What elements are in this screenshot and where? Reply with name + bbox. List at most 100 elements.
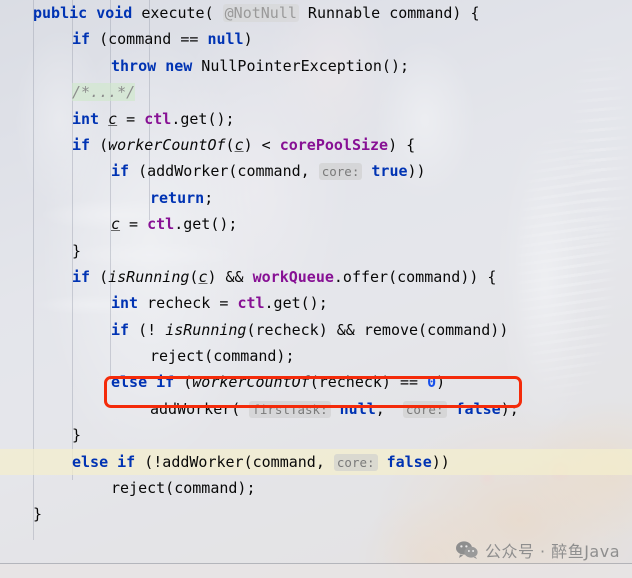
- code-line[interactable]: throw new NullPointerException();: [0, 53, 632, 79]
- code-token-kw: if: [111, 162, 130, 181]
- code-token-par: workerCountOf: [192, 373, 310, 392]
- code-token-hint: core:: [333, 453, 378, 471]
- code-token-kw: if: [72, 30, 91, 49]
- code-token-kw: return: [150, 188, 205, 207]
- code-line[interactable]: int c = ctl.get();: [0, 106, 632, 132]
- code-token-pl: execute(: [132, 4, 223, 22]
- code-token-pl: ): [243, 30, 253, 49]
- code-line-text: reject(command);: [0, 475, 632, 501]
- code-line[interactable]: /*...*/: [0, 79, 632, 105]
- code-token-pl: .get();: [264, 294, 328, 313]
- wechat-icon: [455, 541, 478, 559]
- code-token-kw: if: [156, 373, 175, 392]
- code-token-cmt: /*...*/: [72, 83, 136, 102]
- code-line[interactable]: if (workerCountOf(c) < corePoolSize) {: [0, 132, 632, 158]
- code-token-pl: .get();: [171, 109, 235, 128]
- code-token-pl: }: [72, 241, 82, 260]
- code-token-pl: (: [174, 373, 193, 392]
- code-token-kw: public: [33, 4, 88, 22]
- code-token-pl: =: [117, 109, 145, 128]
- code-line[interactable]: if (! isRunning(recheck) && remove(comma…: [0, 317, 632, 343]
- code-token-pl: }: [33, 505, 43, 524]
- code-token-pl: ,: [375, 399, 403, 418]
- code-token-kw: if: [111, 320, 130, 339]
- watermark-text: 公众号 · 醉鱼Java: [484, 542, 620, 561]
- code-line-text: if (command == null): [0, 26, 632, 52]
- code-line-text: }: [0, 501, 632, 527]
- code-token-pl: =: [120, 215, 148, 234]
- code-line-text: public void execute( @NotNull Runnable c…: [0, 0, 632, 26]
- code-token-kw: else: [72, 452, 109, 471]
- code-line-text: if (! isRunning(recheck) && remove(comma…: [0, 317, 632, 343]
- code-line[interactable]: if (command == null): [0, 26, 632, 52]
- code-line-text: /*...*/: [0, 79, 632, 105]
- bottom-strip: [0, 564, 632, 578]
- code-token-stat: c: [108, 109, 118, 128]
- code-token-stat: c: [111, 215, 121, 234]
- code-line[interactable]: c = ctl.get();: [0, 211, 632, 237]
- code-line[interactable]: }: [0, 501, 632, 527]
- watermark: 公众号 · 醉鱼Java: [455, 537, 620, 563]
- code-line[interactable]: }: [0, 238, 632, 264]
- code-token-pl: (: [225, 135, 235, 154]
- code-token-pl: ) &&: [207, 267, 253, 286]
- code-token-pl: }: [72, 426, 82, 445]
- code-token-pl: (command ==: [90, 30, 208, 49]
- code-token-fld: ctl: [237, 294, 265, 313]
- code-token-par: isRunning: [165, 320, 247, 339]
- code-line-text: int recheck = ctl.get();: [0, 290, 632, 316]
- code-line[interactable]: }: [0, 422, 632, 448]
- code-line-text: reject(command);: [0, 343, 632, 369]
- code-line-text: else if (!addWorker(command, core: false…: [0, 449, 632, 476]
- code-line[interactable]: else if (workerCountOf(recheck) == 0): [0, 369, 632, 395]
- code-token-pl: (!addWorker(command,: [135, 452, 334, 471]
- code-line-text: addWorker( firstTask: null, core: false)…: [0, 396, 632, 423]
- code-token-kw: if: [72, 267, 91, 286]
- code-token-pl: reject(command);: [150, 347, 295, 366]
- code-token-par: isRunning: [108, 267, 190, 286]
- code-editor[interactable]: public void execute( @NotNull Runnable c…: [0, 0, 632, 578]
- code-token-kw: throw: [111, 56, 157, 75]
- code-token-kw: if: [117, 452, 136, 471]
- code-line[interactable]: return;: [0, 185, 632, 211]
- code-token-kw: false: [386, 452, 432, 471]
- code-lines[interactable]: public void execute( @NotNull Runnable c…: [0, 0, 632, 578]
- code-line-text: if (isRunning(c) && workQueue.offer(comm…: [0, 264, 632, 290]
- code-token-kw: null: [339, 399, 376, 418]
- code-token-kw: else: [111, 373, 148, 392]
- code-token-pl: addWorker(: [150, 399, 250, 418]
- code-token-pl: NullPointerException();: [192, 56, 410, 75]
- code-line[interactable]: public void execute( @NotNull Runnable c…: [0, 0, 632, 26]
- code-token-pl: Runnable command) {: [298, 4, 480, 22]
- code-line[interactable]: addWorker( firstTask: null, core: false)…: [0, 396, 632, 422]
- code-line[interactable]: else if (!addWorker(command, core: false…: [0, 448, 632, 476]
- code-line[interactable]: reject(command);: [0, 475, 632, 501]
- code-token-kw: int: [72, 109, 100, 128]
- code-token-pl: ) {: [388, 135, 416, 154]
- code-token-pl: .offer(command)) {: [333, 267, 497, 286]
- code-token-fld: ctl: [147, 215, 175, 234]
- code-line-text: int c = ctl.get();: [0, 106, 632, 132]
- code-token-num: 0: [427, 373, 437, 392]
- code-line[interactable]: int recheck = ctl.get();: [0, 290, 632, 316]
- code-token-kw: null: [207, 30, 244, 49]
- code-line[interactable]: if (addWorker(command, core: true)): [0, 158, 632, 184]
- code-token-pl: (recheck) && remove(command)): [246, 320, 509, 339]
- code-token-kw: if: [72, 135, 91, 154]
- code-token-hint: firstTask:: [249, 400, 331, 418]
- code-line-text: throw new NullPointerException();: [0, 53, 632, 79]
- code-line[interactable]: reject(command);: [0, 343, 632, 369]
- code-token-hint: core:: [318, 163, 363, 181]
- code-token-pl: ) <: [243, 135, 280, 154]
- code-token-pl: (addWorker(command,: [129, 162, 319, 181]
- code-token-pl: (!: [129, 320, 166, 339]
- code-line[interactable]: if (isRunning(c) && workQueue.offer(comm…: [0, 264, 632, 290]
- code-line-text: else if (workerCountOf(recheck) == 0): [0, 369, 632, 395]
- code-token-pl: .get();: [174, 215, 238, 234]
